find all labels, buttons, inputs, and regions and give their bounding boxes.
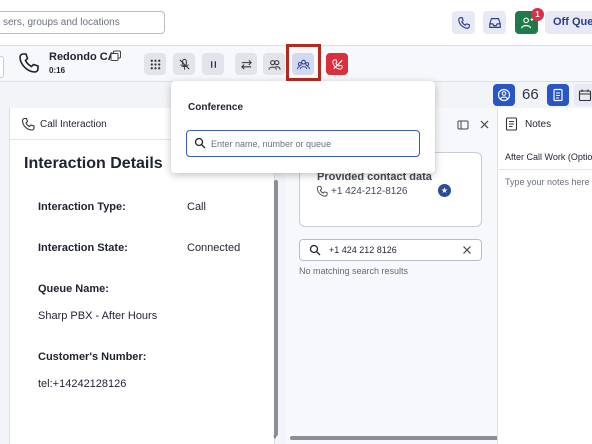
- contact-view-button[interactable]: [493, 84, 515, 106]
- customer-number-value: tel:+14242128126: [38, 378, 127, 390]
- no-results-text: No matching search results: [299, 266, 409, 276]
- phone-button[interactable]: [452, 11, 475, 34]
- hold-button[interactable]: [202, 53, 224, 75]
- conference-popup-title: Conference: [188, 102, 244, 113]
- vertical-scrollbar[interactable]: [274, 180, 278, 436]
- scroll-down-arrow[interactable]: ▼: [272, 435, 278, 441]
- transfer-arrows-icon: [240, 59, 252, 70]
- call-timer: 0:16: [49, 66, 66, 75]
- inbox-button[interactable]: [483, 11, 506, 34]
- consult-button[interactable]: [263, 53, 285, 75]
- keypad-button[interactable]: [144, 53, 166, 75]
- customer-number-label: Customer's Number:: [38, 351, 147, 363]
- interaction-panel-title: Call Interaction: [40, 119, 107, 130]
- keypad-icon: [150, 59, 160, 69]
- notes-category-select[interactable]: After Call Work (Optio: [505, 152, 592, 162]
- contact-card-phone: +1 424-212-8126: [331, 186, 408, 197]
- caller-name: Redondo CA: [49, 51, 116, 63]
- end-call-icon: [331, 58, 343, 70]
- phone-icon: [21, 117, 35, 131]
- divider: [497, 169, 592, 170]
- close-icon[interactable]: [479, 119, 490, 130]
- user-circle-icon: [497, 88, 511, 102]
- interaction-type-value: Call: [187, 201, 206, 213]
- search-icon: [194, 137, 206, 149]
- end-call-button[interactable]: [326, 53, 348, 75]
- mute-button[interactable]: [173, 53, 195, 75]
- notes-icon: [505, 117, 518, 131]
- collapse-handle[interactable]: [0, 56, 4, 78]
- conference-search-placeholder: Enter name, number or queue: [211, 139, 332, 149]
- calendar-button[interactable]: [574, 84, 592, 106]
- search-icon: [309, 244, 321, 256]
- left-rail: [0, 108, 10, 444]
- queue-status-button[interactable]: Off Que: [545, 11, 592, 34]
- notes-view-button[interactable]: [547, 84, 569, 106]
- phone-icon: [457, 16, 470, 29]
- pause-icon: [210, 60, 216, 68]
- interaction-type-label: Interaction Type:: [38, 201, 126, 213]
- active-call-phone-icon: [19, 53, 39, 73]
- panel-toggle-icon[interactable]: [457, 120, 469, 130]
- notes-textarea[interactable]: Type your notes here: [505, 177, 590, 187]
- calendar-icon: [578, 89, 592, 102]
- interaction-state-value: Connected: [187, 242, 241, 254]
- contact-search-value: +1 424 212 8126: [329, 245, 397, 255]
- inbox-icon: [488, 17, 501, 28]
- document-icon: [553, 88, 563, 102]
- phone-icon: [316, 185, 328, 197]
- queue-name-label: Queue Name:: [38, 283, 109, 295]
- copy-icon[interactable]: [110, 50, 122, 62]
- directory-search-input[interactable]: sers, groups and locations: [0, 11, 165, 34]
- microphone-off-icon: [178, 58, 190, 70]
- queue-count: 66: [522, 86, 539, 103]
- star-icon[interactable]: ★: [438, 184, 451, 197]
- consult-users-icon: [267, 59, 281, 70]
- conference-popup: [171, 81, 435, 173]
- interaction-state-label: Interaction State:: [38, 242, 128, 254]
- interaction-details-heading: Interaction Details: [24, 155, 163, 172]
- conference-highlight-box: [286, 44, 321, 81]
- notification-badge: 1: [531, 8, 544, 21]
- clear-icon[interactable]: [462, 245, 472, 255]
- transfer-button[interactable]: [235, 53, 257, 75]
- notes-panel-title: Notes: [525, 119, 552, 130]
- queue-name-value: Sharp PBX - After Hours: [38, 310, 158, 322]
